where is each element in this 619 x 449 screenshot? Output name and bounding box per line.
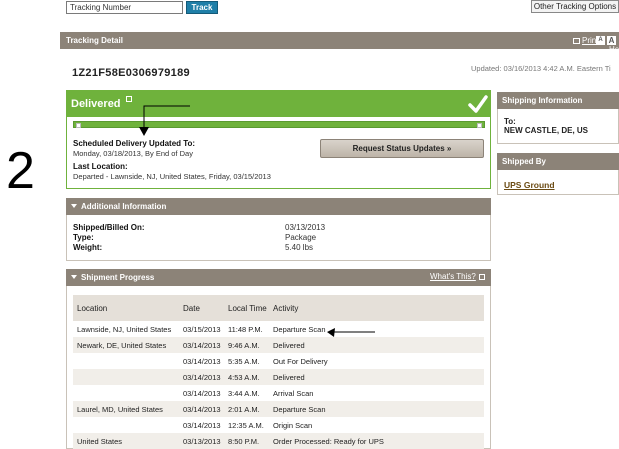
weight-label: Weight: [73,243,103,252]
font-size-small-button[interactable]: A [596,36,605,45]
shipping-info-body: To: NEW CASTLE, DE, US [497,109,619,144]
tracking-detail-title: Tracking Detail [66,36,123,45]
top-bar: Track Other Tracking Options [0,0,619,22]
updated-timestamp: Updated: 03/16/2013 4:42 A.M. Eastern Ti [471,64,611,73]
checkmark-icon [468,95,488,113]
whats-this-link[interactable]: What's This? [430,272,485,281]
ship-to-label: To: [504,117,516,126]
table-row: 03/14/2013 5:35 A.M. Out For Delivery [73,353,484,369]
shipped-billed-value: 03/13/2013 [285,223,326,232]
cell-time: 11:48 P.M. [228,324,263,334]
cell-time: 2:01 A.M. [224,401,269,417]
printer-icon [573,38,580,44]
shipment-progress-title: Shipment Progress [81,273,155,282]
ship-to-value: NEW CASTLE, DE, US [504,126,589,135]
type-value: Package [285,233,317,242]
cell-date: 03/14/2013 [179,337,224,353]
shipment-progress-header[interactable]: Shipment Progress What's This? [66,269,491,286]
tracking-detail-header: Tracking Detail Print Help A A [60,32,619,54]
progress-end-marker [477,123,482,128]
cell-date: 03/14/2013 [179,401,224,417]
additional-info-header[interactable]: Additional Information [66,198,491,215]
cell-date: 03/15/2013 [183,324,221,334]
track-button[interactable]: Track [186,1,218,14]
cell-date: 03/14/2013 [183,420,221,430]
cell-location: Laurel, MD, United States [73,401,179,417]
other-tracking-options-button[interactable]: Other Tracking Options [531,0,619,13]
cell-location [73,353,179,369]
additional-info-title: Additional Information [81,202,167,211]
collapse-triangle-icon [71,275,77,279]
cell-date: 03/14/2013 [183,388,221,398]
cell-time: 12:35 A.M. [228,420,264,430]
cell-location: United States [73,433,179,449]
cell-date: 03/14/2013 [183,356,221,366]
column-header-local-time: Local Time [224,295,269,321]
annotation-arrow-delivery [139,105,190,136]
table-row: United States 03/13/2013 8:50 P.M. Order… [73,433,484,449]
request-status-updates-button[interactable]: Request Status Updates » [320,139,484,158]
table-row: Lawnside, NJ, United States 03/15/2013 1… [73,321,484,337]
table-row: Laurel, MD, United States 03/14/2013 2:0… [73,401,484,417]
cell-time: 9:46 A.M. [224,337,269,353]
shipped-by-title: Shipped By [502,157,547,166]
annotation-arrow-departure [327,328,375,337]
cell-activity: Out For Delivery [273,356,328,366]
table-row: Newark, DE, United States 03/14/2013 9:4… [73,337,484,353]
shipped-by-body: UPS Ground [497,170,619,195]
tracking-number: 1Z21F58E0306979189 [72,67,190,79]
shipped-billed-label: Shipped/Billed On: [73,223,145,232]
shipped-by-header: Shipped By [497,153,619,170]
cell-time: 4:53 A.M. [224,369,269,385]
cell-date: 03/13/2013 [179,433,224,449]
cell-time: 3:44 A.M. [228,388,260,398]
delivery-status-title: Delivered [71,98,121,110]
column-header-activity: Activity [269,295,484,321]
last-location-value: Departed - Lawnside, NJ, United States, … [73,172,271,181]
cell-location: Newark, DE, United States [73,337,179,353]
cell-location [73,417,179,433]
cell-activity: Delivered [269,369,484,385]
scheduled-delivery-value: Monday, 03/18/2013, By End of Day [73,149,193,158]
table-header-row: Location Date Local Time Activity [73,295,484,321]
scheduled-delivery-label: Scheduled Delivery Updated To: [73,139,196,148]
column-header-location: Location [73,295,179,321]
info-icon [478,274,485,280]
cell-location: Lawnside, NJ, United States [77,324,172,334]
type-label: Type: [73,233,94,242]
last-location-label: Last Location: [73,162,128,171]
annotation-number: 2 [6,142,35,200]
help-label: Help [609,45,619,54]
cell-activity: Arrival Scan [273,388,314,398]
cell-activity: Origin Scan [273,420,313,430]
cell-activity: Order Processed: Ready for UPS [269,433,484,449]
table-row: 03/14/2013 4:53 A.M. Delivered [73,369,484,385]
cell-time: 5:35 A.M. [228,356,260,366]
table-row: 03/14/2013 3:44 A.M. Arrival Scan [73,385,484,401]
print-link[interactable]: Print [573,36,598,45]
shipment-progress-table: Location Date Local Time Activity Lawnsi… [73,295,484,449]
additional-info-body: Shipped/Billed On: 03/13/2013 Type: Pack… [66,215,491,261]
cell-location [73,385,179,401]
progress-start-marker [76,123,81,128]
shipping-info-header: Shipping Information [497,92,619,109]
collapse-triangle-icon [71,204,77,208]
weight-value: 5.40 lbs [285,243,314,252]
font-size-large-button[interactable]: A [607,36,616,45]
cell-date: 03/14/2013 [179,369,224,385]
column-header-date: Date [179,295,224,321]
table-row: 03/14/2013 12:35 A.M. Origin Scan [73,417,484,433]
cell-time: 8:50 P.M. [224,433,269,449]
carrier-link[interactable]: UPS Ground [504,180,555,190]
shipping-info-title: Shipping Information [502,96,583,105]
tracking-number-input[interactable] [66,1,183,14]
cell-activity: Departure Scan [269,401,484,417]
cell-location [73,369,179,385]
